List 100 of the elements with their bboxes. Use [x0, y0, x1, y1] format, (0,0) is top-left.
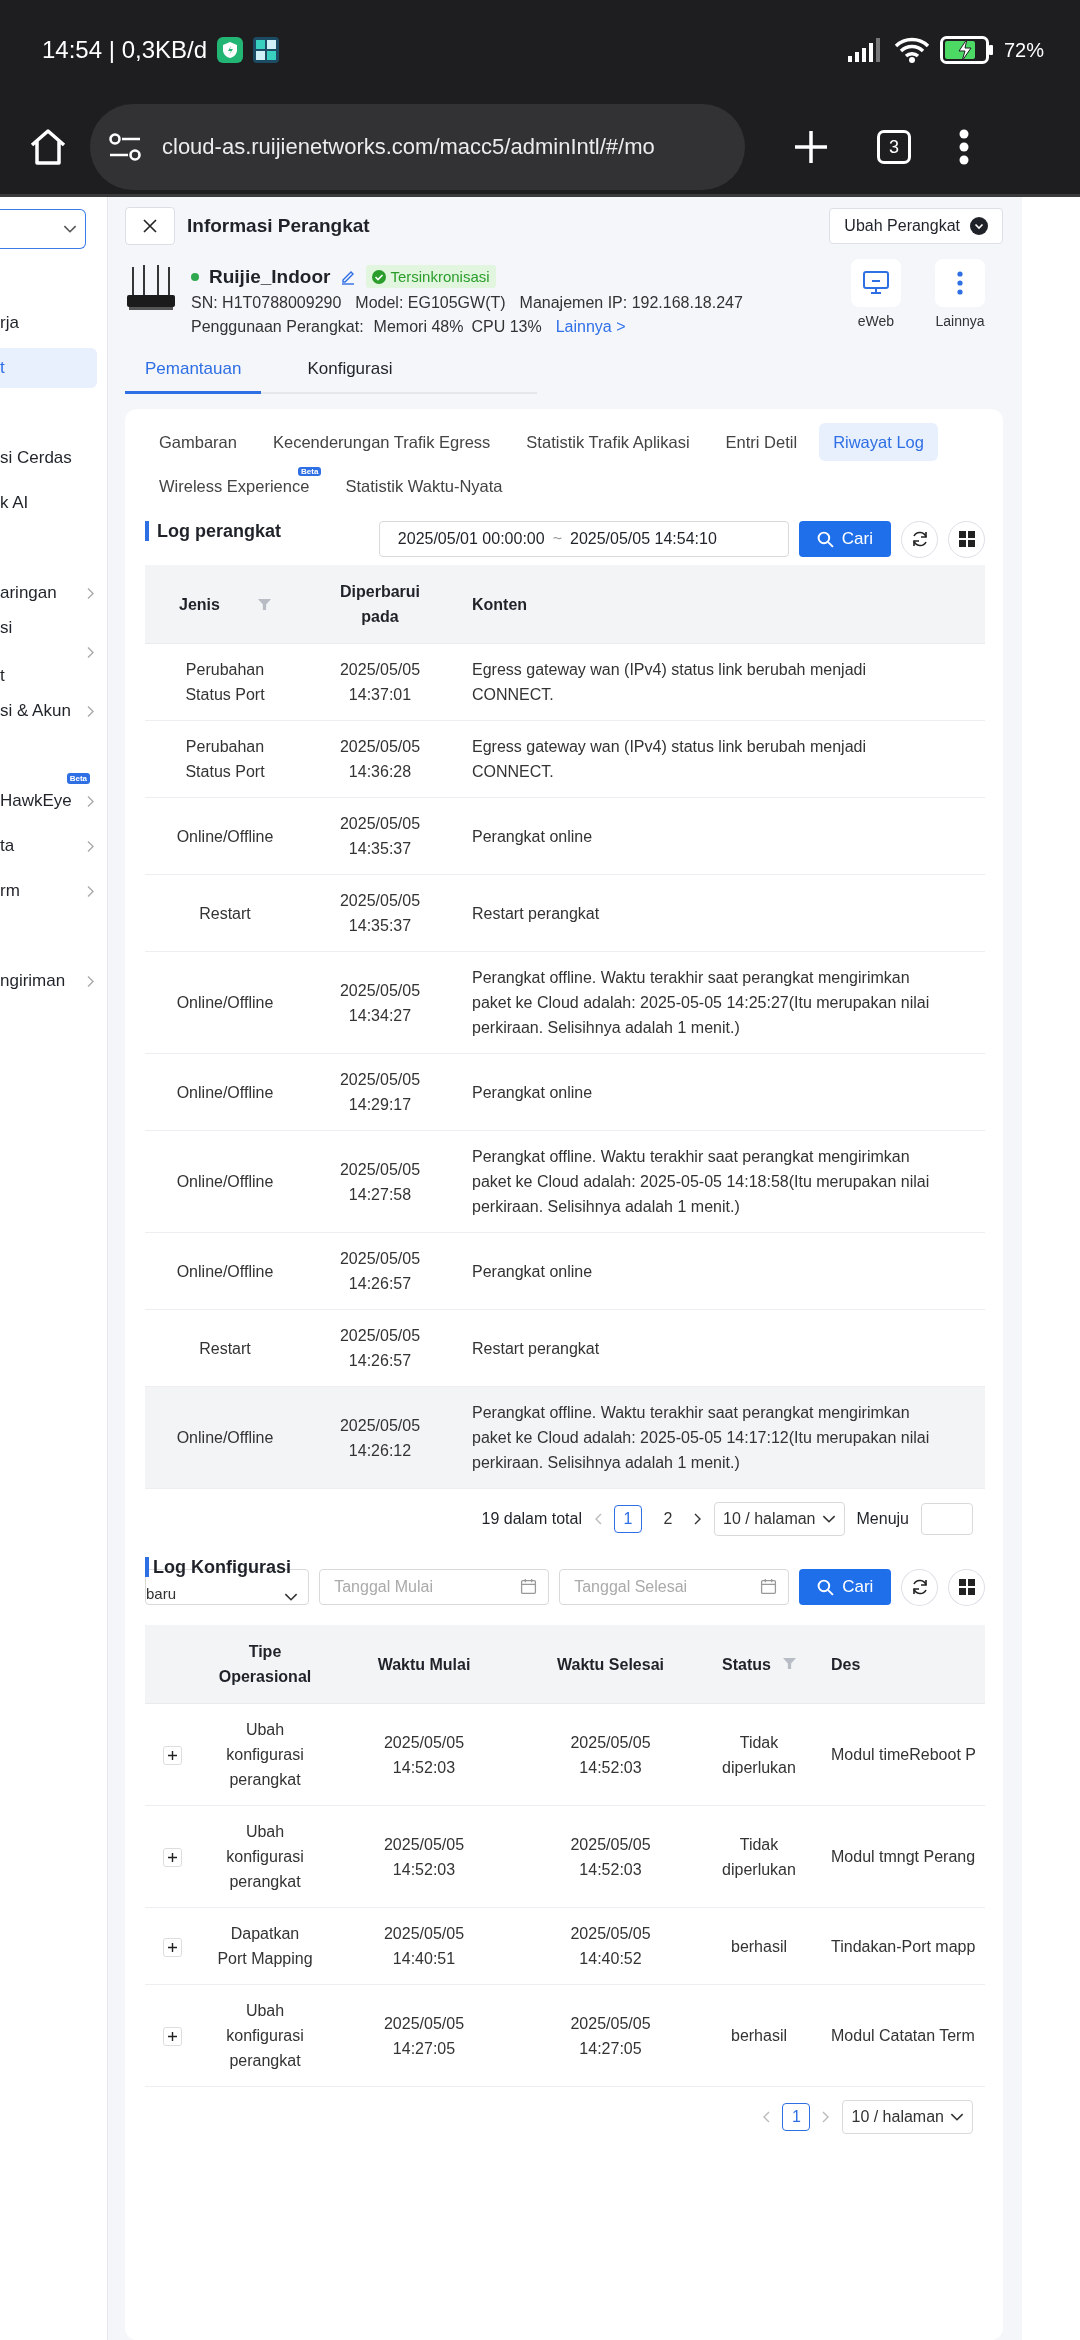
switch-device-button[interactable]: Ubah Perangkat [829, 208, 1003, 244]
log-content: Perangkat online [455, 1053, 985, 1131]
start-time: 2025/05/05 14:40:51 [330, 1907, 518, 1985]
search-icon [817, 1578, 835, 1596]
sidebar-item[interactable]: ta [0, 826, 97, 866]
log-type: Online/Offline [176, 826, 274, 847]
sub-tab[interactable]: Gambaran [145, 423, 251, 461]
column-header: Tipe Operasional [217, 1642, 313, 1687]
expand-button[interactable] [163, 1746, 182, 1765]
next-page-icon[interactable] [694, 1513, 702, 1525]
sub-tab[interactable]: Statistik Waktu-Nyata [331, 467, 517, 505]
sidebar-item[interactable]: rja [0, 303, 97, 343]
refresh-button[interactable] [901, 520, 938, 558]
refresh-icon [910, 1578, 929, 1596]
ip-text: Manajemen IP: 192.168.18.247 [519, 294, 743, 312]
chevron-right-icon [87, 885, 95, 898]
end-date-field[interactable]: Tanggal Selesai [559, 1569, 790, 1605]
column-header: Diperbarui pada [339, 582, 421, 627]
column-header: Jenis [179, 594, 220, 615]
sidebar-item[interactable]: rm [0, 871, 97, 911]
plus-icon [168, 2032, 177, 2041]
sidebar-item[interactable]: si t [0, 618, 97, 686]
date-range-field[interactable]: 2025/05/01 00:00:00 ~ 2025/05/05 14:54:10 [378, 521, 789, 557]
goto-label: Menuju [856, 1510, 909, 1528]
tab[interactable]: Pemantauan [125, 346, 262, 394]
sub-tab[interactable]: Statistik Trafik Aplikasi [512, 423, 704, 461]
search-button[interactable]: Cari [799, 1569, 892, 1605]
status-text: Tidak diperlukan [703, 1703, 815, 1806]
wifi-icon [893, 37, 930, 63]
chevron-right-icon [87, 587, 95, 600]
status-time: 14:54 | 0,3KB/d [42, 36, 208, 64]
log-content: Perangkat online [455, 797, 985, 875]
close-button[interactable] [125, 207, 175, 245]
beta-badge: Beta [298, 467, 322, 476]
sidebar-item[interactable]: si Cerdas [0, 438, 97, 478]
page-size-select[interactable]: 10 / halaman [714, 1502, 845, 1536]
sub-tab[interactable]: Riwayat Log [819, 423, 938, 461]
log-time: 2025/05/05 14:26:57 [305, 1309, 455, 1387]
sidebar-item[interactable]: aringan [0, 573, 97, 613]
sidebar-item[interactable]: ngiriman [0, 961, 97, 1001]
site-settings-icon[interactable] [108, 133, 142, 161]
section-title: Log Konfigurasi [145, 1557, 291, 1577]
page-button[interactable]: 1 [782, 2103, 811, 2131]
home-icon[interactable] [28, 127, 68, 167]
sub-tab[interactable]: Entri Detil [711, 423, 812, 461]
menu-icon[interactable] [959, 129, 969, 165]
expand-button[interactable] [163, 1848, 182, 1867]
description-text: Modul timeReboot P [815, 1703, 985, 1806]
start-date-field[interactable]: Tanggal Mulai [319, 1569, 550, 1605]
operation-type: Ubah konfigurasi perangkat [225, 1822, 305, 1892]
sidebar-item[interactable]: HawkEye [0, 781, 97, 821]
layout-button[interactable] [948, 1568, 985, 1606]
log-type: Perubahan Status Port [184, 660, 266, 705]
log-content: Perangkat offline. Waktu terakhir saat perangkat mengirimkan paket ke Cloud adalah: 2025-05-05 14:17:12(Itu merupakan nilai perkiraan. Selisihnya adalah 1 menit.) [455, 1386, 985, 1489]
log-time: 2025/05/05 14:36:28 [305, 720, 455, 798]
action-label: eWeb [857, 313, 895, 329]
layout-button[interactable] [948, 520, 985, 558]
tab-count-button[interactable]: 3 [877, 130, 911, 164]
description-text: Modul tmngt Perang [815, 1805, 985, 1908]
start-time: 2025/05/05 14:52:03 [330, 1703, 518, 1806]
column-header: Des [831, 1654, 861, 1675]
log-time: 2025/05/05 14:37:01 [305, 643, 455, 721]
page-size-select[interactable]: 10 / halaman [842, 2100, 973, 2134]
chevron-right-icon [87, 975, 95, 988]
search-icon [816, 530, 834, 548]
log-content: Restart perangkat [455, 874, 985, 952]
log-type: Perubahan Status Port [184, 737, 266, 782]
sidebar-item[interactable]: si & Akun [0, 691, 97, 731]
log-content: Restart perangkat [455, 1309, 985, 1387]
log-type: Online/Offline [176, 1428, 274, 1448]
log-content: Perangkat offline. Waktu terakhir saat perangkat mengirimkan paket ke Cloud adalah: 2025-05-05 14:18:58(Itu merupakan nilai perkiraan. Selisihnya adalah 1 menit.) [455, 1130, 985, 1233]
log-time: 2025/05/05 14:26:57 [305, 1232, 455, 1310]
expand-button[interactable] [163, 1937, 182, 1957]
log-time: 2025/05/05 14:34:27 [305, 951, 455, 1054]
tab[interactable]: Konfigurasi [287, 346, 413, 394]
expand-button[interactable] [163, 2027, 182, 2046]
chevron-right-icon [87, 840, 95, 853]
address-bar[interactable]: cloud-as.ruijienetworks.com/macc5/adminIntl/#/mo [90, 104, 745, 190]
end-time: 2025/05/05 14:40:52 [518, 1907, 703, 1985]
plus-icon [168, 1942, 177, 1952]
close-icon [143, 219, 157, 233]
shield-app-icon [217, 37, 244, 63]
chevron-down-icon [950, 2112, 964, 2122]
more-link[interactable]: Lainnya > [555, 318, 626, 336]
sub-tab[interactable]: Kecenderungan Trafik Egress [258, 423, 505, 461]
refresh-button[interactable] [901, 1568, 939, 1606]
log-time: 2025/05/05 14:26:12 [305, 1386, 455, 1489]
log-content: Egress gateway wan (IPv4) status link berubah menjadi CONNECT. [455, 720, 985, 798]
status-text: berhasil [703, 1907, 815, 1985]
page-button[interactable]: 1 [614, 1505, 642, 1533]
new-tab-icon[interactable] [793, 129, 829, 165]
search-button[interactable]: Cari [798, 521, 891, 557]
sidebar-item[interactable]: k AI [0, 483, 97, 523]
goto-field[interactable] [921, 1503, 973, 1535]
serial-number: SN: H1T0788009290 [191, 294, 342, 312]
eweb-button[interactable] [851, 259, 901, 307]
device-name: Ruijie_Indoor [209, 265, 331, 288]
operation-type: Dapatkan Port Mapping [216, 1924, 314, 1969]
sidebar-dropdown[interactable] [0, 209, 86, 249]
sidebar-item[interactable]: t [0, 348, 97, 388]
